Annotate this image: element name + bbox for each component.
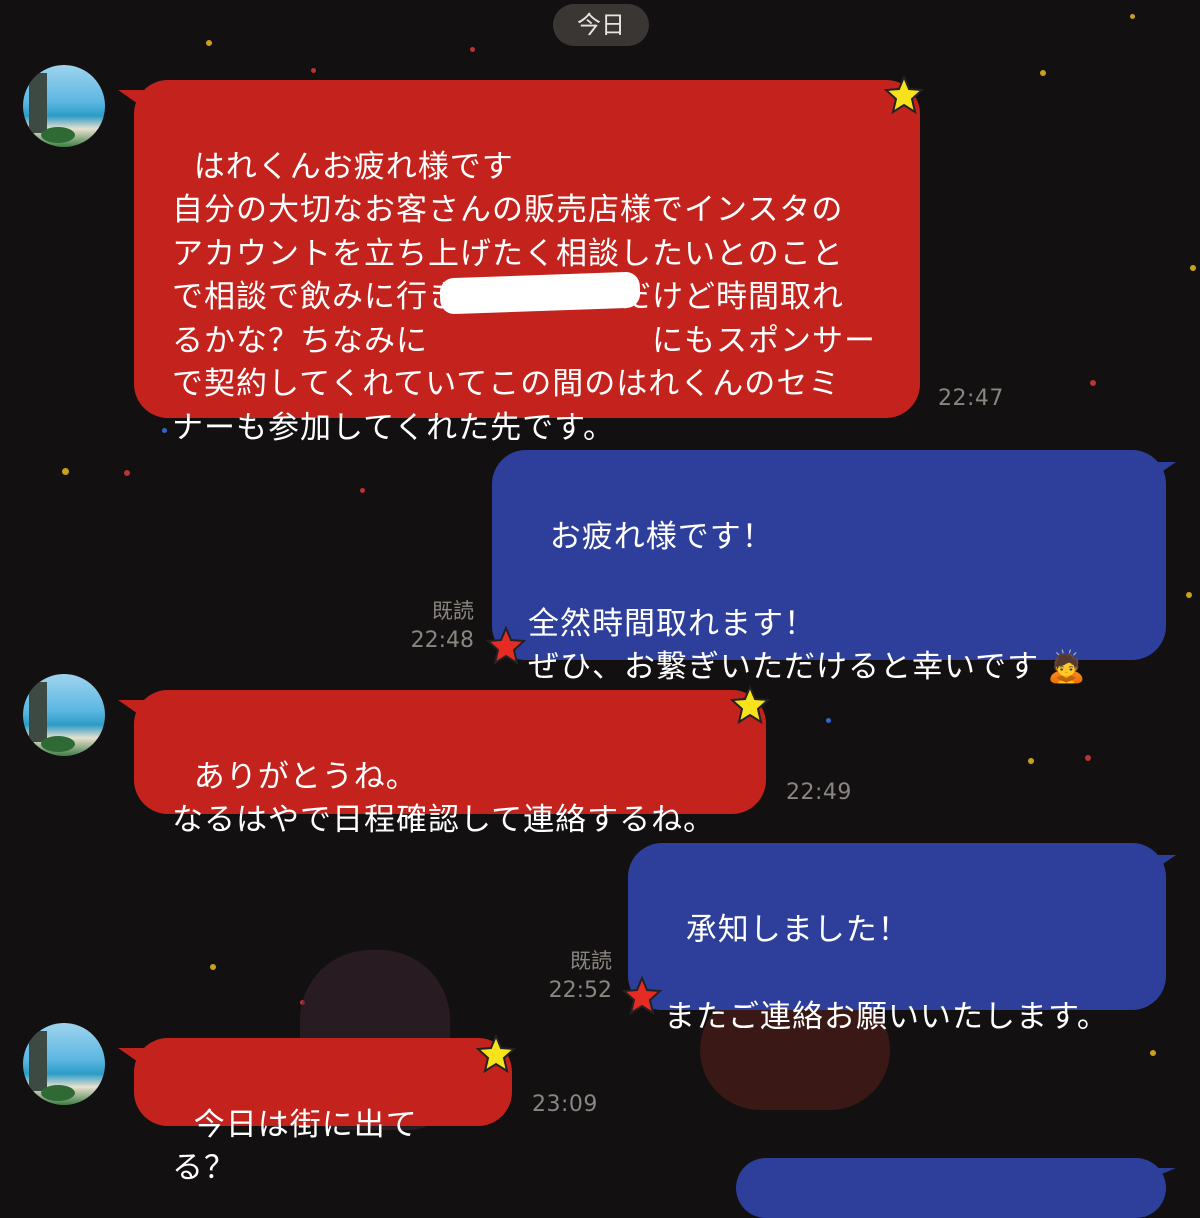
star-dot: [162, 428, 167, 433]
message-time: 22:47: [938, 386, 1004, 411]
message-bubble-incoming[interactable]: はれくんお疲れ様です 自分の大切なお客さんの販売店様でインスタの アカウントを立…: [134, 80, 920, 446]
star-sticker-icon: [730, 685, 770, 725]
sender-avatar[interactable]: [23, 65, 105, 147]
star-dot: [1090, 380, 1096, 386]
date-divider: 今日: [553, 4, 649, 46]
message-text: ありがとうね。 なるはやで日程確認して連絡するね。: [172, 758, 716, 839]
redacted-mark: [439, 271, 641, 315]
star-dot: [470, 47, 475, 52]
read-receipt: 既読 22:48: [390, 596, 474, 656]
avatar-photo: [29, 682, 47, 742]
read-receipt: 既読 22:52: [528, 946, 612, 1006]
star-sticker-icon: [476, 1034, 516, 1074]
message-bubble-incoming[interactable]: 今日は街に出てる？: [134, 1038, 512, 1186]
sender-avatar[interactable]: [23, 1023, 105, 1105]
star-dot: [62, 468, 69, 475]
star-dot: [826, 718, 831, 723]
star-dot: [360, 488, 365, 493]
message-text: 今日は街に出てる？: [172, 1106, 418, 1187]
star-dot: [1085, 755, 1091, 761]
message-text: 承知しました！ またご連絡お願いいたします。: [664, 911, 1109, 1035]
message-bubble-outgoing[interactable]: 承知しました！ またご連絡お願いいたします。: [628, 843, 1166, 1035]
message-text: お疲れ様です！ 全然時間取れます！ ぜひ、お繋ぎいただけると幸いです: [528, 518, 1040, 686]
message-time: 22:49: [786, 780, 852, 805]
message-time: 22:48: [410, 628, 474, 653]
message-bubble-outgoing[interactable]: [736, 1158, 1166, 1218]
message-bubble-incoming[interactable]: ありがとうね。 なるはやで日程確認して連絡するね。: [134, 690, 766, 838]
sender-avatar[interactable]: [23, 674, 105, 756]
message-bubble-outgoing[interactable]: お疲れ様です！ 全然時間取れます！ ぜひ、お繋ぎいただけると幸いです 🙇: [492, 450, 1166, 685]
star-sticker-icon: [622, 976, 662, 1016]
avatar-photo: [29, 1031, 47, 1091]
chat-screen: { "date_divider": "今日", "colors": { "bac…: [0, 0, 1200, 1218]
bubble-tail: [1150, 1168, 1176, 1179]
star-sticker-icon: [884, 75, 924, 115]
bow-emoji: 🙇: [1047, 649, 1087, 685]
star-dot: [1130, 14, 1135, 19]
star-dot: [311, 68, 316, 73]
star-dot: [1040, 70, 1046, 76]
star-dot: [1150, 1050, 1156, 1056]
star-dot: [1028, 758, 1034, 764]
star-sticker-icon: [486, 626, 526, 666]
star-dot: [206, 40, 212, 46]
avatar-photo: [29, 73, 47, 133]
message-time: 22:52: [548, 978, 612, 1003]
star-dot: [210, 964, 216, 970]
star-dot: [1186, 592, 1192, 598]
star-dot: [124, 470, 130, 476]
star-dot: [1190, 265, 1196, 271]
message-time: 23:09: [532, 1092, 598, 1117]
